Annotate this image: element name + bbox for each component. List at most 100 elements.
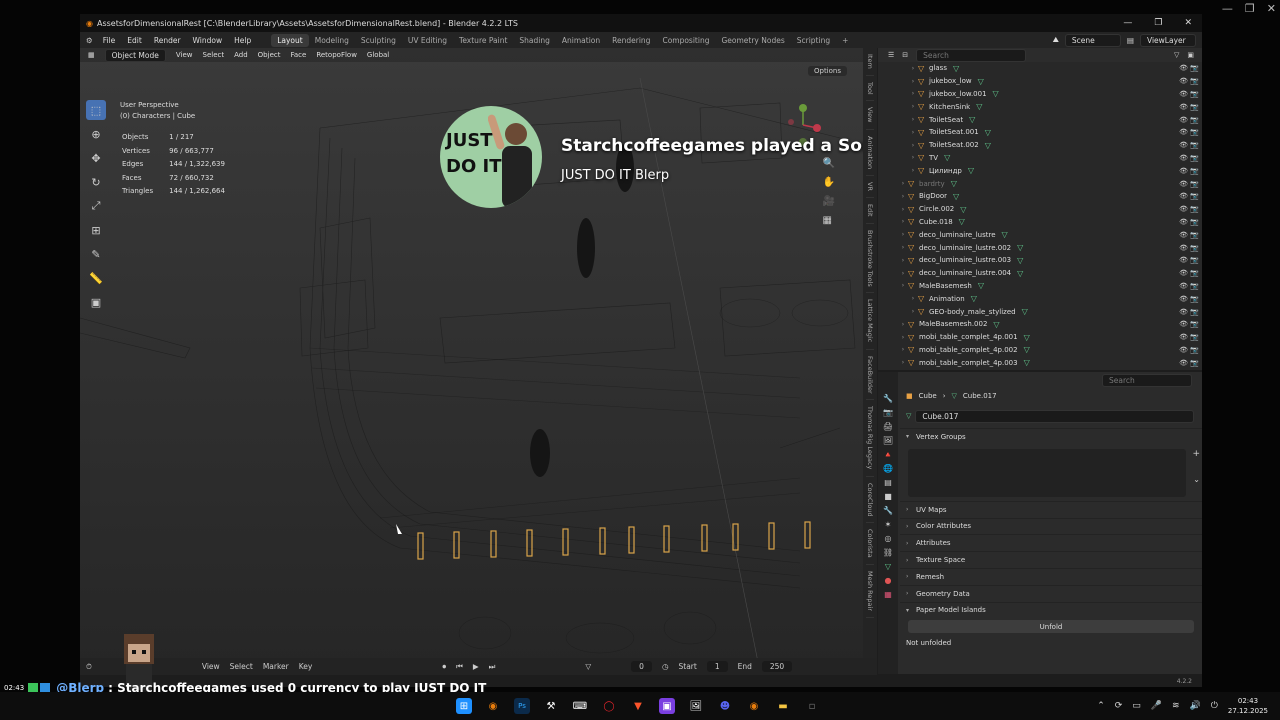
object-tab-icon[interactable]: ■ xyxy=(884,492,892,501)
render-camera-icon[interactable]: 📷 xyxy=(1190,320,1199,328)
render-camera-icon[interactable]: 📷 xyxy=(1190,116,1199,124)
collection-tab-icon[interactable]: ▤ xyxy=(884,478,892,487)
render-camera-icon[interactable]: 📷 xyxy=(1190,77,1199,85)
ntab-vr[interactable]: VR xyxy=(866,176,874,198)
tab-texture-paint[interactable]: Texture Paint xyxy=(453,34,513,47)
filter-icon[interactable]: ▽ xyxy=(585,662,591,671)
visibility-eye-icon[interactable]: 👁 xyxy=(1179,167,1188,175)
editor-type-icon[interactable]: ▦ xyxy=(88,51,95,59)
visibility-eye-icon[interactable]: 👁 xyxy=(1179,218,1188,226)
expand-arrow-icon[interactable]: › xyxy=(908,308,918,315)
render-camera-icon[interactable]: 📷 xyxy=(1190,244,1199,252)
outliner-row[interactable]: › ▽ Circle.002 ▽ 👁 📷 xyxy=(878,203,1202,216)
ntab-colorista[interactable]: Colorista xyxy=(866,523,874,566)
3d-viewport[interactable]: ▦ Object Mode View Select Add Object Fac… xyxy=(80,48,863,672)
wifi-icon[interactable]: ≋ xyxy=(1172,701,1180,711)
app-icon[interactable]: ▣ xyxy=(659,698,675,714)
visibility-eye-icon[interactable]: 👁 xyxy=(1179,295,1188,303)
render-camera-icon[interactable]: 📷 xyxy=(1190,192,1199,200)
outliner-row[interactable]: › ▽ MaleBasemesh ▽ 👁 📷 xyxy=(878,280,1202,293)
section-color-attributes[interactable]: › Color Attributes xyxy=(900,517,1202,535)
object-menu[interactable]: Object xyxy=(258,51,281,59)
outliner-row[interactable]: › ▽ deco_luminaire_lustre.004 ▽ 👁 📷 xyxy=(878,267,1202,280)
tab-uv-editing[interactable]: UV Editing xyxy=(402,34,453,47)
measure-icon[interactable]: 📏 xyxy=(86,268,106,288)
render-camera-icon[interactable]: 📷 xyxy=(1190,333,1199,341)
expand-arrow-icon[interactable]: › xyxy=(898,231,908,238)
sync-icon[interactable]: ⟳ xyxy=(1115,701,1123,711)
tab-modeling[interactable]: Modeling xyxy=(309,34,355,47)
expand-arrow-icon[interactable]: › xyxy=(898,334,908,341)
expand-arrow-icon[interactable]: › xyxy=(908,154,918,161)
brave-icon[interactable]: ▼ xyxy=(630,698,646,714)
physics-tab-icon[interactable]: ◎ xyxy=(885,534,892,543)
scene-tab-icon[interactable]: 🔺 xyxy=(883,450,893,459)
outliner-row[interactable]: › ▽ ToiletSeat.001 ▽ 👁 📷 xyxy=(878,126,1202,139)
render-camera-icon[interactable]: 📷 xyxy=(1190,359,1199,367)
outliner-row[interactable]: › ▽ mobi_table_complet_4p.002 ▽ 👁 📷 xyxy=(878,344,1202,357)
ntab-facebuilder[interactable]: FaceBuilder xyxy=(866,350,874,401)
tab-geometry-nodes[interactable]: Geometry Nodes xyxy=(715,34,790,47)
expand-arrow-icon[interactable]: › xyxy=(898,180,908,187)
ntab-thomas-rig[interactable]: Thomas Rig Legacy xyxy=(866,400,874,477)
select-menu[interactable]: Select xyxy=(203,51,225,59)
render-camera-icon[interactable]: 📷 xyxy=(1190,269,1199,277)
expand-arrow-icon[interactable]: › xyxy=(898,270,908,277)
particles-tab-icon[interactable]: ✶ xyxy=(885,520,892,529)
visibility-eye-icon[interactable]: 👁 xyxy=(1179,192,1188,200)
expand-arrow-icon[interactable]: › xyxy=(898,321,908,328)
mic-icon[interactable]: 🎤 xyxy=(1151,701,1162,711)
render-camera-icon[interactable]: 📷 xyxy=(1190,308,1199,316)
render-camera-icon[interactable]: 📷 xyxy=(1190,256,1199,264)
constraints-tab-icon[interactable]: ⛓ xyxy=(883,548,893,557)
outliner-row[interactable]: › ▽ KitchenSink ▽ 👁 📷 xyxy=(878,100,1202,113)
tab-layout[interactable]: Layout xyxy=(271,33,309,47)
retopoflow-menu[interactable]: RetopoFlow xyxy=(316,51,357,59)
menu-help[interactable]: Help xyxy=(228,36,257,45)
transform-icon[interactable]: ⊞ xyxy=(86,220,106,240)
expand-arrow-icon[interactable]: › xyxy=(908,103,918,110)
render-camera-icon[interactable]: 📷 xyxy=(1190,141,1199,149)
render-camera-icon[interactable]: 📷 xyxy=(1190,205,1199,213)
outliner-row[interactable]: › ▽ ToiletSeat ▽ 👁 📷 xyxy=(878,113,1202,126)
render-camera-icon[interactable]: 📷 xyxy=(1190,346,1199,354)
annotate-icon[interactable]: ✎ xyxy=(86,244,106,264)
material-tab-icon[interactable]: ● xyxy=(885,576,892,585)
visibility-eye-icon[interactable]: 👁 xyxy=(1179,346,1188,354)
timeline-editor-icon[interactable]: ⏱ xyxy=(86,662,92,672)
cursor-icon[interactable]: ⊕ xyxy=(86,124,106,144)
tab-rendering[interactable]: Rendering xyxy=(606,34,656,47)
outliner-row[interactable]: › ▽ bardrty ▽ 👁 📷 xyxy=(878,177,1202,190)
outliner-row[interactable]: › ▽ Cube.018 ▽ 👁 📷 xyxy=(878,216,1202,229)
clock[interactable]: 02:43 27.12.2025 xyxy=(1228,696,1268,716)
texture-tab-icon[interactable]: ▦ xyxy=(884,590,892,599)
expand-arrow-icon[interactable]: › xyxy=(898,244,908,251)
outliner-row[interactable]: › ▽ jukebox_low ▽ 👁 📷 xyxy=(878,75,1202,88)
expand-arrow-icon[interactable]: › xyxy=(898,257,908,264)
file-explorer-icon[interactable]: ▬ xyxy=(775,698,791,714)
add-menu[interactable]: Add xyxy=(234,51,248,59)
outliner-row[interactable]: › ▽ deco_luminaire_lustre.002 ▽ 👁 📷 xyxy=(878,241,1202,254)
display-mode-icon[interactable]: ⊟ xyxy=(902,51,908,59)
close-button[interactable]: ✕ xyxy=(1184,18,1192,28)
end-frame-field[interactable]: 250 xyxy=(761,661,793,672)
expand-arrow-icon[interactable]: › xyxy=(908,167,918,174)
visibility-eye-icon[interactable]: 👁 xyxy=(1179,333,1188,341)
section-paper-model[interactable]: ▾ Paper Model Islands xyxy=(900,601,1202,619)
menu-render[interactable]: Render xyxy=(148,36,187,45)
render-camera-icon[interactable]: 📷 xyxy=(1190,167,1199,175)
terminal-icon[interactable]: ⌨ xyxy=(572,698,588,714)
render-camera-icon[interactable]: 📷 xyxy=(1190,103,1199,111)
tab-sculpting[interactable]: Sculpting xyxy=(355,34,402,47)
timeline-marker-menu[interactable]: Marker xyxy=(263,662,289,671)
world-tab-icon[interactable]: 🌐 xyxy=(883,464,893,473)
section-texture-space[interactable]: › Texture Space xyxy=(900,551,1202,568)
options-dropdown[interactable]: Options xyxy=(807,66,847,76)
start-frame-field[interactable]: 1 xyxy=(706,661,728,672)
maximize-button[interactable]: ❐ xyxy=(1154,18,1162,28)
outliner-row[interactable]: › ▽ Animation ▽ 👁 📷 xyxy=(878,292,1202,305)
expand-arrow-icon[interactable]: › xyxy=(908,142,918,149)
outliner-row[interactable]: › ▽ deco_luminaire_lustre ▽ 👁 📷 xyxy=(878,228,1202,241)
vertex-group-list[interactable]: + ⌄ xyxy=(908,448,1200,497)
menu-file[interactable]: File xyxy=(97,36,122,45)
